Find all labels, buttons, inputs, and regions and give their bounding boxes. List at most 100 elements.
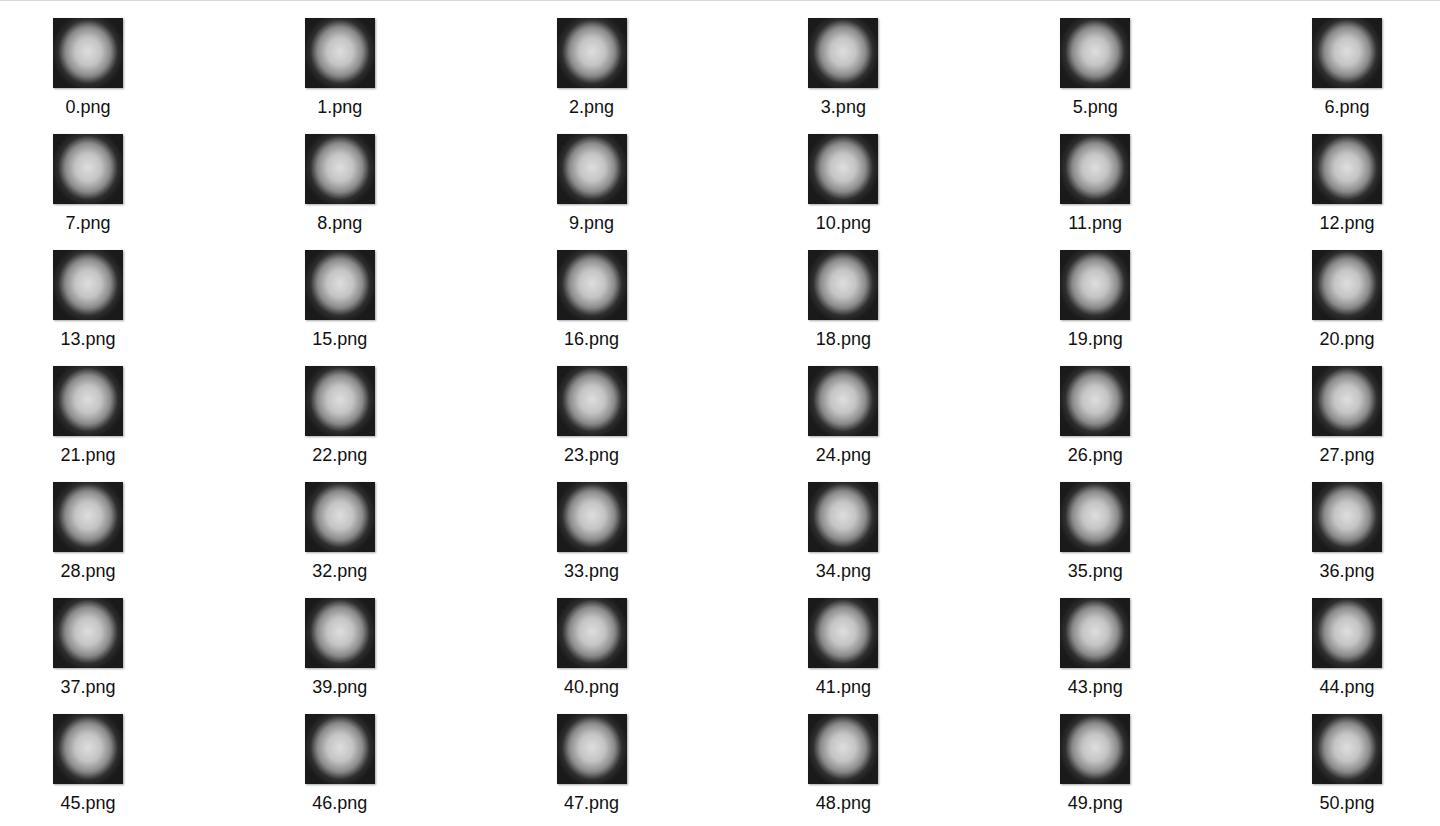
- file-item[interactable]: 13.png: [53, 250, 123, 366]
- file-name[interactable]: 34.png: [816, 559, 871, 583]
- file-item[interactable]: 1.png: [305, 18, 375, 134]
- file-item[interactable]: 15.png: [305, 250, 375, 366]
- thumbnail[interactable]: [53, 250, 123, 320]
- thumbnail[interactable]: [1312, 366, 1382, 436]
- file-item[interactable]: 50.png: [1312, 714, 1382, 826]
- file-name[interactable]: 45.png: [60, 791, 115, 815]
- thumbnail[interactable]: [53, 366, 123, 436]
- file-item[interactable]: 16.png: [557, 250, 627, 366]
- thumbnail[interactable]: [1060, 482, 1130, 552]
- file-item[interactable]: 12.png: [1312, 134, 1382, 250]
- file-item[interactable]: 32.png: [305, 482, 375, 598]
- thumbnail[interactable]: [1060, 250, 1130, 320]
- thumbnail[interactable]: [808, 18, 878, 88]
- file-item[interactable]: 45.png: [53, 714, 123, 826]
- thumbnail[interactable]: [305, 598, 375, 668]
- thumbnail[interactable]: [53, 714, 123, 784]
- thumbnail[interactable]: [557, 714, 627, 784]
- file-item[interactable]: 34.png: [808, 482, 878, 598]
- file-item[interactable]: 19.png: [1060, 250, 1130, 366]
- file-item[interactable]: 41.png: [808, 598, 878, 714]
- file-name[interactable]: 6.png: [1324, 95, 1369, 119]
- thumbnail[interactable]: [1060, 134, 1130, 204]
- thumbnail[interactable]: [305, 714, 375, 784]
- thumbnail[interactable]: [53, 598, 123, 668]
- file-item[interactable]: 37.png: [53, 598, 123, 714]
- file-name[interactable]: 2.png: [569, 95, 614, 119]
- file-item[interactable]: 35.png: [1060, 482, 1130, 598]
- file-name[interactable]: 0.png: [65, 95, 110, 119]
- file-item[interactable]: 27.png: [1312, 366, 1382, 482]
- file-item[interactable]: 9.png: [557, 134, 627, 250]
- thumbnail[interactable]: [1060, 18, 1130, 88]
- thumbnail[interactable]: [557, 250, 627, 320]
- file-name[interactable]: 5.png: [1073, 95, 1118, 119]
- file-name[interactable]: 22.png: [312, 443, 367, 467]
- thumbnail[interactable]: [808, 714, 878, 784]
- file-item[interactable]: 28.png: [53, 482, 123, 598]
- file-name[interactable]: 13.png: [60, 327, 115, 351]
- file-name[interactable]: 11.png: [1068, 211, 1122, 235]
- file-name[interactable]: 33.png: [564, 559, 619, 583]
- file-name[interactable]: 21.png: [60, 443, 115, 467]
- file-item[interactable]: 33.png: [557, 482, 627, 598]
- thumbnail[interactable]: [1312, 134, 1382, 204]
- file-item[interactable]: 47.png: [557, 714, 627, 826]
- thumbnail[interactable]: [557, 134, 627, 204]
- thumbnail[interactable]: [53, 134, 123, 204]
- file-name[interactable]: 28.png: [60, 559, 115, 583]
- file-name[interactable]: 27.png: [1319, 443, 1374, 467]
- file-item[interactable]: 20.png: [1312, 250, 1382, 366]
- file-name[interactable]: 46.png: [312, 791, 367, 815]
- thumbnail[interactable]: [305, 134, 375, 204]
- file-item[interactable]: 39.png: [305, 598, 375, 714]
- thumbnail[interactable]: [808, 482, 878, 552]
- file-name[interactable]: 37.png: [60, 675, 115, 699]
- file-name[interactable]: 47.png: [564, 791, 619, 815]
- file-item[interactable]: 48.png: [808, 714, 878, 826]
- file-name[interactable]: 41.png: [816, 675, 871, 699]
- file-item[interactable]: 49.png: [1060, 714, 1130, 826]
- file-name[interactable]: 23.png: [564, 443, 619, 467]
- thumbnail[interactable]: [808, 366, 878, 436]
- file-name[interactable]: 16.png: [564, 327, 619, 351]
- file-item[interactable]: 3.png: [808, 18, 878, 134]
- thumbnail[interactable]: [1060, 598, 1130, 668]
- file-item[interactable]: 8.png: [305, 134, 375, 250]
- file-name[interactable]: 36.png: [1319, 559, 1374, 583]
- file-item[interactable]: 21.png: [53, 366, 123, 482]
- file-name[interactable]: 3.png: [821, 95, 866, 119]
- thumbnail[interactable]: [53, 18, 123, 88]
- thumbnail[interactable]: [53, 482, 123, 552]
- thumbnail[interactable]: [305, 250, 375, 320]
- thumbnail[interactable]: [808, 250, 878, 320]
- file-item[interactable]: 40.png: [557, 598, 627, 714]
- file-item[interactable]: 24.png: [808, 366, 878, 482]
- file-item[interactable]: 10.png: [808, 134, 878, 250]
- file-name[interactable]: 40.png: [564, 675, 619, 699]
- file-item[interactable]: 7.png: [53, 134, 123, 250]
- thumbnail[interactable]: [808, 134, 878, 204]
- thumbnail[interactable]: [557, 366, 627, 436]
- file-name[interactable]: 26.png: [1068, 443, 1123, 467]
- file-item[interactable]: 0.png: [53, 18, 123, 134]
- file-name[interactable]: 24.png: [816, 443, 871, 467]
- thumbnail[interactable]: [1312, 714, 1382, 784]
- file-name[interactable]: 19.png: [1068, 327, 1123, 351]
- file-name[interactable]: 20.png: [1319, 327, 1374, 351]
- file-name[interactable]: 43.png: [1068, 675, 1123, 699]
- file-name[interactable]: 7.png: [65, 211, 110, 235]
- file-item[interactable]: 36.png: [1312, 482, 1382, 598]
- file-item[interactable]: 22.png: [305, 366, 375, 482]
- file-name[interactable]: 32.png: [312, 559, 367, 583]
- file-name[interactable]: 10.png: [816, 211, 871, 235]
- thumbnail[interactable]: [557, 18, 627, 88]
- file-name[interactable]: 1.png: [317, 95, 362, 119]
- thumbnail[interactable]: [1312, 482, 1382, 552]
- file-item[interactable]: 11.png: [1060, 134, 1130, 250]
- file-name[interactable]: 35.png: [1068, 559, 1123, 583]
- file-name[interactable]: 49.png: [1068, 791, 1123, 815]
- thumbnail[interactable]: [557, 482, 627, 552]
- file-item[interactable]: 23.png: [557, 366, 627, 482]
- thumbnail[interactable]: [1060, 714, 1130, 784]
